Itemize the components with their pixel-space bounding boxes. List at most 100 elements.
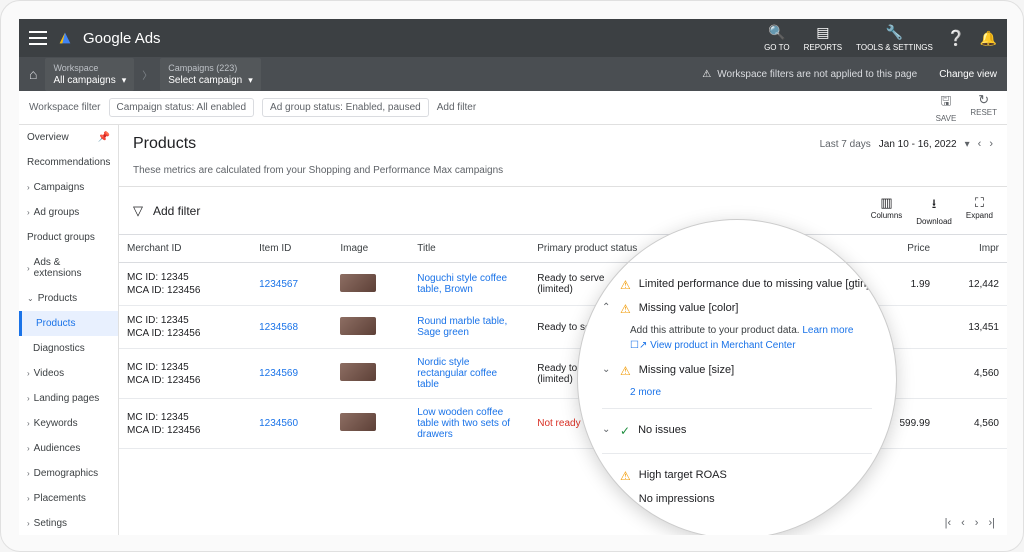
chevron-right-icon: ›	[27, 208, 30, 217]
chevron-right-icon: ›	[27, 444, 30, 453]
page-title: Products	[133, 135, 196, 153]
sidebar-item-diagnostics[interactable]: Diagnostics	[19, 336, 118, 361]
product-thumbnail	[340, 274, 376, 292]
sidebar-item-landing[interactable]: ›Landing pages	[19, 386, 118, 411]
more-issues-link[interactable]: 2 more	[602, 387, 872, 398]
add-filter-link[interactable]: Add filter	[437, 102, 476, 113]
tools-settings-button[interactable]: 🔧TOOLS & SETTINGS	[856, 24, 933, 52]
campaign-selector[interactable]: Campaigns (223) Select campaign▾	[160, 58, 260, 91]
sidebar-item-products[interactable]: Products	[19, 311, 118, 336]
issue-row[interactable]: ⌃ ⚠ Missing value [color]	[602, 297, 872, 321]
pager-last-icon[interactable]: ›|	[988, 517, 995, 529]
chevron-down-icon[interactable]: ⌄	[602, 424, 612, 435]
cell-merchant: MC ID: 12345MCA ID: 123456	[119, 349, 251, 399]
chevron-down-icon[interactable]: ⌄	[602, 364, 612, 375]
pager-first-icon[interactable]: |‹	[945, 517, 952, 529]
sidebar-item-overview[interactable]: Overview📌	[19, 125, 118, 150]
issue-row[interactable]: ⌄ ⚠ Limited performance due to missing v…	[602, 273, 872, 297]
sidebar-item-productgroups[interactable]: Product groups	[19, 225, 118, 250]
save-button[interactable]: 🖫SAVE	[936, 92, 957, 123]
cell-image	[332, 263, 409, 306]
search-go-to[interactable]: 🔍GO TO	[764, 24, 790, 52]
cell-image	[332, 349, 409, 399]
issues-zoom-lens: Issues ⌄ ⚠ Limited performance due to mi…	[577, 219, 897, 535]
sidebar-item-recommendations[interactable]: Recommendations	[19, 150, 118, 175]
expand-button[interactable]: ⛶Expand	[966, 195, 993, 226]
home-icon[interactable]: ⌂	[29, 66, 37, 82]
sidebar-item-demographics[interactable]: ›Demographics	[19, 461, 118, 486]
warning-icon: ⚠	[620, 278, 631, 292]
sidebar-item-settings[interactable]: ›Setings	[19, 511, 118, 535]
filter-chip-adgroup-status[interactable]: Ad group status: Enabled, paused	[262, 98, 429, 117]
chevron-right-icon: ›	[27, 494, 30, 503]
product-thumbnail	[340, 413, 376, 431]
chevron-up-icon[interactable]: ⌃	[602, 302, 612, 313]
issue-row[interactable]: ⌄ ⚠ High target ROAS	[602, 464, 872, 488]
cell-item[interactable]: 1234560	[251, 399, 332, 449]
change-view-button[interactable]: Change view	[939, 69, 997, 80]
chevron-right-icon: ›	[27, 394, 30, 403]
notifications-icon[interactable]: 🔔	[980, 30, 997, 47]
help-icon[interactable]: ❔	[947, 29, 966, 47]
pager-prev-icon[interactable]: ‹	[961, 517, 965, 529]
filter-icon[interactable]: ▽	[133, 203, 143, 219]
cell-title[interactable]: Noguchi style coffee table, Brown	[409, 263, 529, 306]
cell-title[interactable]: Round marble table, Sage green	[409, 306, 529, 349]
sidebar-item-adgroups[interactable]: ›Ad groups	[19, 200, 118, 225]
chevron-down-icon: ▾	[248, 75, 253, 85]
col-image[interactable]: Image	[332, 235, 409, 263]
sidebar-item-products-group[interactable]: ⌄Products	[19, 286, 118, 311]
chevron-right-icon: ›	[27, 183, 30, 192]
columns-button[interactable]: ▥Columns	[871, 195, 903, 226]
warning-icon: ⚠	[620, 302, 631, 316]
table-header-row: Merchant ID Item ID Image Title Primary …	[119, 235, 1007, 263]
date-range-picker[interactable]: Last 7 days Jan 10 - 16, 2022 ▾ ‹ ›	[820, 138, 993, 150]
cell-item[interactable]: 1234569	[251, 349, 332, 399]
external-link-icon: ☐↗	[630, 340, 647, 351]
expand-icon: ⛶	[975, 195, 984, 211]
view-merchant-center-link[interactable]: View product in Merchant Center	[650, 340, 795, 351]
reset-icon: ↻	[978, 92, 989, 108]
sidebar-item-campaigns[interactable]: ›Campaigns	[19, 175, 118, 200]
pin-icon: 📌	[98, 132, 110, 143]
col-price[interactable]: Price	[869, 235, 938, 263]
col-merchant[interactable]: Merchant ID	[119, 235, 251, 263]
chevron-down-icon: ▾	[965, 139, 970, 150]
sidebar-item-videos[interactable]: ›Videos	[19, 361, 118, 386]
issue-row[interactable]: ⌄ ⚠ Missing value [size]	[602, 359, 872, 383]
chevron-right-icon: ›	[27, 519, 30, 528]
reports-button[interactable]: ▤REPORTS	[804, 24, 843, 52]
pager-next-icon[interactable]: ›	[975, 517, 979, 529]
table-add-filter[interactable]: Add filter	[153, 204, 200, 218]
date-prev-icon[interactable]: ‹	[978, 138, 982, 150]
sidebar-item-placements[interactable]: ›Placements	[19, 486, 118, 511]
workspace-filter-warning: ⚠ Workspace filters are not applied to t…	[702, 69, 917, 80]
cell-item[interactable]: 1234568	[251, 306, 332, 349]
download-button[interactable]: ⭳Download	[916, 195, 952, 226]
cell-title[interactable]: Nordic style rectangular coffee table	[409, 349, 529, 399]
cell-image	[332, 306, 409, 349]
col-item[interactable]: Item ID	[251, 235, 332, 263]
col-impr[interactable]: Impr	[938, 235, 1007, 263]
cell-image	[332, 399, 409, 449]
download-icon: ⭳	[932, 195, 937, 217]
sidebar-item-keywords[interactable]: ›Keywords	[19, 411, 118, 436]
learn-more-link[interactable]: Learn more	[802, 325, 853, 336]
hamburger-icon[interactable]	[29, 31, 47, 45]
sidebar-item-audiences[interactable]: ›Audiences	[19, 436, 118, 461]
col-title[interactable]: Title	[409, 235, 529, 263]
filter-chip-campaign-status[interactable]: Campaign status: All enabled	[109, 98, 255, 117]
workspace-selector[interactable]: Workspace All campaigns▾	[45, 58, 134, 91]
date-next-icon[interactable]: ›	[989, 138, 993, 150]
warning-icon: ⚠	[620, 364, 631, 378]
cell-impr: 13,451	[938, 306, 1007, 349]
chevron-down-icon: ▾	[122, 75, 127, 85]
chevron-right-icon: ›	[27, 369, 30, 378]
issue-row[interactable]: ⌄ ✓ No issues	[602, 419, 872, 443]
reset-button[interactable]: ↻RESET	[970, 92, 997, 123]
cell-title[interactable]: Low wooden coffee table with two sets of…	[409, 399, 529, 449]
sidebar-item-adsext[interactable]: ›Ads & extensions	[19, 250, 118, 286]
info-note: These metrics are calculated from your S…	[119, 159, 1007, 187]
cell-item[interactable]: 1234567	[251, 263, 332, 306]
chevron-down-icon: ⌄	[27, 294, 34, 303]
